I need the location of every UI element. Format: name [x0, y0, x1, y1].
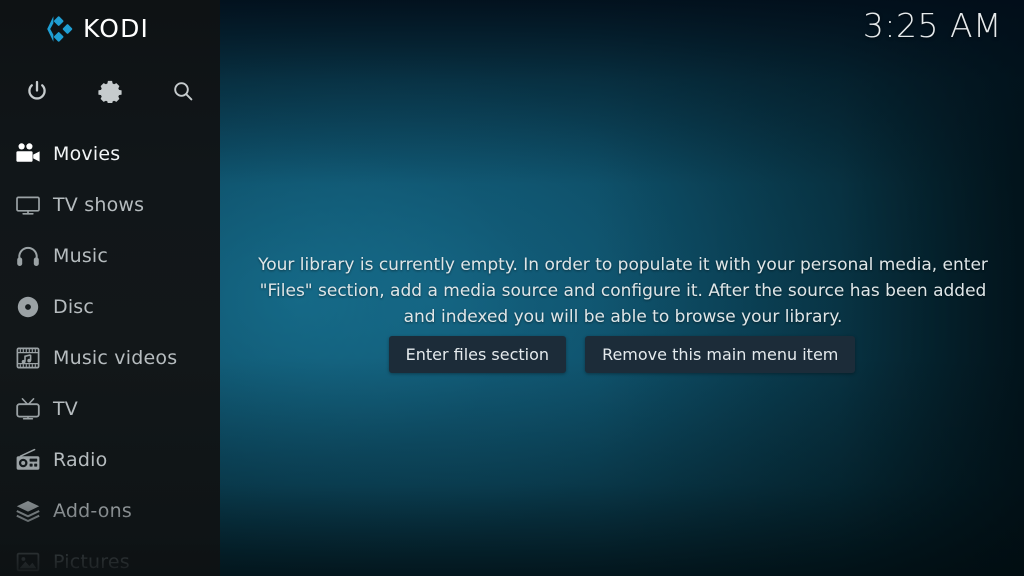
sidebar-item-label: TV — [53, 397, 79, 420]
kodi-logo-icon — [44, 15, 74, 43]
search-icon — [171, 79, 195, 103]
empty-library-message: Your library is currently empty. In orde… — [258, 255, 988, 327]
sidebar-item-tv[interactable]: TV — [0, 383, 220, 434]
sidebar-item-label: TV shows — [53, 193, 145, 216]
movie-camera-icon — [8, 142, 48, 166]
kodi-home-screen: Your library is currently empty. In orde… — [0, 0, 1024, 576]
sidebar-menu: Movies TV shows Music Disc Music videos … — [0, 128, 220, 576]
sidebar-item-label: Music videos — [53, 346, 178, 369]
sidebar-item-label: Pictures — [53, 550, 130, 573]
disc-icon — [8, 295, 48, 319]
remove-main-menu-item-button[interactable]: Remove this main menu item — [585, 336, 856, 373]
sidebar-item-music[interactable]: Music — [0, 230, 220, 281]
action-button-row: Enter files section Remove this main men… — [220, 336, 1024, 373]
radio-icon — [8, 448, 48, 472]
picture-icon — [8, 550, 48, 574]
sidebar-item-add-ons[interactable]: Add-ons — [0, 485, 220, 536]
monitor-icon — [8, 193, 48, 217]
retro-tv-icon — [8, 397, 48, 421]
sidebar-item-label: Movies — [53, 142, 121, 165]
content-area: Your library is currently empty. In orde… — [220, 0, 1024, 576]
sidebar-top-icons — [0, 70, 220, 112]
sidebar-item-label: Add-ons — [53, 499, 132, 522]
settings-button[interactable] — [73, 70, 146, 112]
gear-icon — [97, 79, 122, 103]
sidebar-item-music-videos[interactable]: Music videos — [0, 332, 220, 383]
power-icon — [25, 79, 49, 103]
search-button[interactable] — [146, 70, 219, 112]
kodi-wordmark: KODI — [83, 14, 150, 43]
sidebar-item-label: Disc — [53, 295, 95, 318]
music-video-icon — [8, 346, 48, 370]
clock: 3:25 AM — [862, 6, 1002, 45]
sidebar-item-disc[interactable]: Disc — [0, 281, 220, 332]
sidebar-item-tv-shows[interactable]: TV shows — [0, 179, 220, 230]
power-button[interactable] — [0, 70, 73, 112]
sidebar: KODI Movies TV shows Music Disc Music vi… — [0, 0, 220, 576]
sidebar-item-label: Music — [53, 244, 109, 267]
sidebar-item-radio[interactable]: Radio — [0, 434, 220, 485]
sidebar-item-pictures[interactable]: Pictures — [0, 536, 220, 576]
sidebar-item-label: Radio — [53, 448, 108, 471]
addons-box-icon — [8, 499, 48, 523]
headphones-icon — [8, 244, 48, 268]
enter-files-section-button[interactable]: Enter files section — [388, 336, 567, 373]
sidebar-item-movies[interactable]: Movies — [0, 128, 220, 179]
kodi-logo: KODI — [44, 14, 149, 43]
